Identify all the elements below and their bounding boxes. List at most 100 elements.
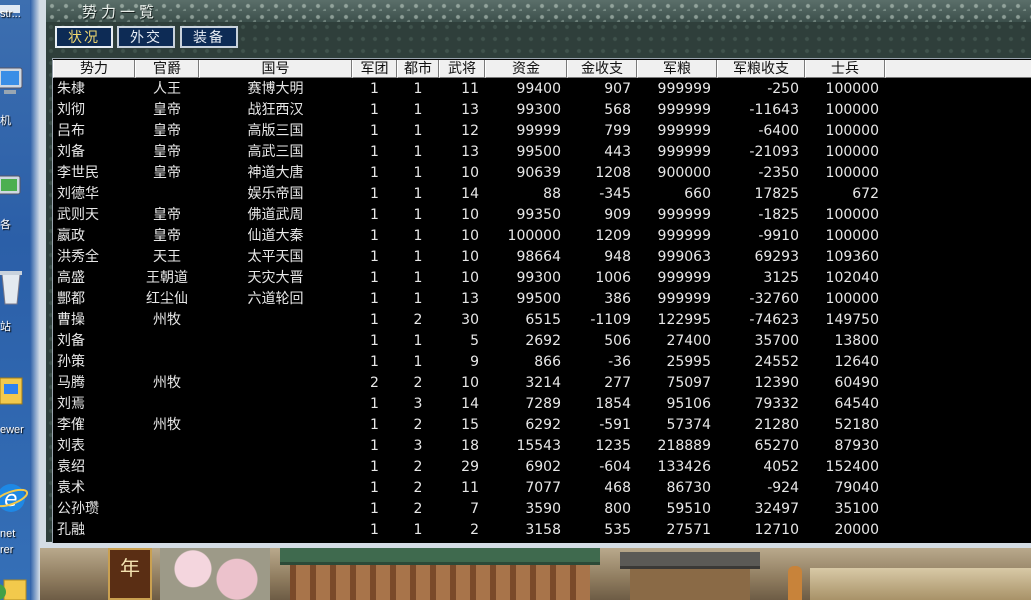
- cell-faction: 公孙瓒: [57, 501, 99, 517]
- image-viewer-icon[interactable]: [0, 374, 28, 408]
- window-title: 势力一覧: [82, 3, 159, 21]
- cell-provision-balance: -32760: [749, 291, 799, 307]
- cell-faction: 武则天: [57, 207, 99, 223]
- network-icon[interactable]: [0, 172, 28, 206]
- cell-faction: 洪秀全: [57, 249, 99, 265]
- column-header-funds[interactable]: 资金: [485, 60, 567, 78]
- cell-rank: 人王: [153, 81, 181, 97]
- wooden-sign: 年: [108, 548, 152, 600]
- cell-gold-balance: -36: [608, 354, 631, 370]
- table-row[interactable]: 刘德华 娱乐帝国 1 1 14 88 -345 660 17825 672: [53, 184, 1031, 205]
- cell-gold-balance: 443: [604, 144, 631, 160]
- cell-cities: 1: [413, 228, 423, 244]
- tab-equipment[interactable]: 装备: [180, 26, 238, 48]
- cell-provision-balance: 69293: [754, 249, 799, 265]
- cell-rank: 州牧: [153, 417, 181, 433]
- cell-soldiers: 100000: [825, 207, 879, 223]
- table-row[interactable]: 刘彻 皇帝 战狂西汉 1 1 13 99300 568 999999 -11643 100000: [53, 100, 1031, 121]
- cell-generals: 2: [470, 522, 479, 538]
- cell-rank: 皇帝: [153, 144, 181, 160]
- cell-generals: 13: [461, 291, 479, 307]
- cell-corps: 1: [370, 165, 379, 181]
- cell-kingdom: 太平天国: [247, 249, 304, 265]
- cell-provision-balance: 35700: [754, 333, 799, 349]
- table-row[interactable]: 刘表 1 3 18 15543 1235 218889 65270 87930: [53, 436, 1031, 457]
- table-row[interactable]: 刘焉 1 3 14 7289 1854 95106 79332 64540: [53, 394, 1031, 415]
- table-row[interactable]: 洪秀全 天王 太平天国 1 1 10 98664 948 999063 69293 109360: [53, 247, 1031, 268]
- cell-provisions: 999999: [657, 291, 711, 307]
- table-row[interactable]: 刘备 皇帝 高武三国 1 1 13 99500 443 999999 -21093 100000: [53, 142, 1031, 163]
- cell-gold-balance: 568: [604, 102, 631, 118]
- table-row[interactable]: 公孙瓒 1 2 7 3590 800 59510 32497 35100: [53, 499, 1031, 520]
- cell-funds: 3214: [525, 375, 561, 391]
- recycle-bin-icon[interactable]: [0, 268, 28, 305]
- cell-corps: 1: [370, 354, 379, 370]
- column-header-gold-balance[interactable]: 金收支: [567, 60, 637, 78]
- table-row[interactable]: 刘备 1 1 5 2692 506 27400 35700 13800: [53, 331, 1031, 352]
- cell-gold-balance: 1006: [595, 270, 631, 286]
- table-row[interactable]: 武则天 皇帝 佛道武周 1 1 10 99350 909 999999 -1825 100000: [53, 205, 1031, 226]
- folder-icon[interactable]: [0, 572, 28, 600]
- cell-kingdom: [199, 436, 352, 457]
- cell-provisions: 999999: [657, 81, 711, 97]
- table-row[interactable]: 袁术 1 2 11 7077 468 86730 -924 79040: [53, 478, 1031, 499]
- cell-provision-balance: -9910: [758, 228, 799, 244]
- cell-faction: 朱棣: [57, 81, 85, 97]
- table-row[interactable]: 李傕 州牧 1 2 15 6292 -591 57374 21280 52180: [53, 415, 1031, 436]
- cell-soldiers: 100000: [825, 165, 879, 181]
- table-row[interactable]: 酆都 红尘仙 六道轮回 1 1 13 99500 386 999999 -32760 100000: [53, 289, 1031, 310]
- house-roof: [280, 548, 600, 565]
- column-header-generals[interactable]: 武将: [439, 60, 485, 78]
- cell-provisions: 27571: [666, 522, 711, 538]
- column-header-kingdom[interactable]: 国号: [199, 60, 352, 78]
- cell-soldiers: 64540: [834, 396, 879, 412]
- cell-gold-balance: 535: [604, 522, 631, 538]
- table-row[interactable]: 高盛 王朝道 天灾大晋 1 1 10 99300 1006 999999 3125 102040: [53, 268, 1031, 289]
- cell-generals: 7: [470, 501, 479, 517]
- cell-cities: 1: [413, 81, 423, 97]
- column-header-soldiers[interactable]: 士兵: [805, 60, 885, 78]
- internet-explorer-icon[interactable]: e: [0, 478, 29, 512]
- table-row[interactable]: 嬴政 皇帝 仙道大秦 1 1 10 100000 1209 999999 -9910 100000: [53, 226, 1031, 247]
- cell-kingdom: 高版三国: [247, 123, 304, 139]
- cell-provisions: 75097: [666, 375, 711, 391]
- table-row[interactable]: 曹操 州牧 1 2 30 6515 -1109 122995 -74623 149750: [53, 310, 1031, 331]
- market-ground: [810, 568, 1031, 600]
- cell-gold-balance: 1854: [595, 396, 631, 412]
- cell-gold-balance: 909: [604, 207, 631, 223]
- cell-cities: 2: [413, 480, 423, 496]
- table-row[interactable]: 孙策 1 1 9 866 -36 25995 24552 12640: [53, 352, 1031, 373]
- cell-generals: 10: [461, 249, 479, 265]
- cell-cities: 1: [413, 522, 423, 538]
- cell-funds: 866: [534, 354, 561, 370]
- cell-rank: 州牧: [153, 312, 181, 328]
- cell-kingdom: 战狂西汉: [247, 102, 304, 118]
- table-row[interactable]: 孔融 1 1 2 3158 535 27571 12710 20000: [53, 520, 1031, 541]
- cell-cities: 3: [413, 396, 423, 412]
- table-row[interactable]: 朱棣 人王 赛博大明 1 1 11 99400 907 999999 -250 100000: [53, 79, 1031, 100]
- column-header-faction[interactable]: 势力: [53, 60, 135, 78]
- cell-cities: 1: [413, 270, 423, 286]
- cell-kingdom: [199, 478, 352, 499]
- tab-status[interactable]: 状况: [55, 26, 113, 48]
- column-header-corps[interactable]: 军团: [352, 60, 397, 78]
- column-header-cities[interactable]: 都市: [397, 60, 439, 78]
- faction-table: 势力 官爵 国号 军团 都市 武将 资金 金收支 军粮 军粮收支 士兵 朱棣 人王…: [52, 58, 1031, 543]
- column-header-provisions[interactable]: 军粮: [637, 60, 717, 78]
- cell-corps: 1: [370, 102, 379, 118]
- cell-generals: 11: [461, 81, 479, 97]
- table-row[interactable]: 吕布 皇帝 高版三国 1 1 12 99999 799 999999 -6400 100000: [53, 121, 1031, 142]
- column-header-provision-balance[interactable]: 军粮收支: [717, 60, 805, 78]
- table-row[interactable]: 袁绍 1 2 29 6902 -604 133426 4052 152400: [53, 457, 1031, 478]
- cell-funds: 6515: [525, 312, 561, 328]
- tab-diplomacy[interactable]: 外交: [117, 26, 175, 48]
- column-header-rank[interactable]: 官爵: [135, 60, 199, 78]
- cell-provisions: 218889: [657, 438, 711, 454]
- cell-faction: 孔融: [57, 522, 85, 538]
- table-row[interactable]: 马腾 州牧 2 2 10 3214 277 75097 12390 60490: [53, 373, 1031, 394]
- cell-kingdom: 仙道大秦: [247, 228, 304, 244]
- cell-cities: 1: [413, 207, 423, 223]
- cell-soldiers: 100000: [825, 228, 879, 244]
- table-row[interactable]: 李世民 皇帝 神道大唐 1 1 10 90639 1208 900000 -2350 100000: [53, 163, 1031, 184]
- computer-icon[interactable]: [0, 66, 28, 100]
